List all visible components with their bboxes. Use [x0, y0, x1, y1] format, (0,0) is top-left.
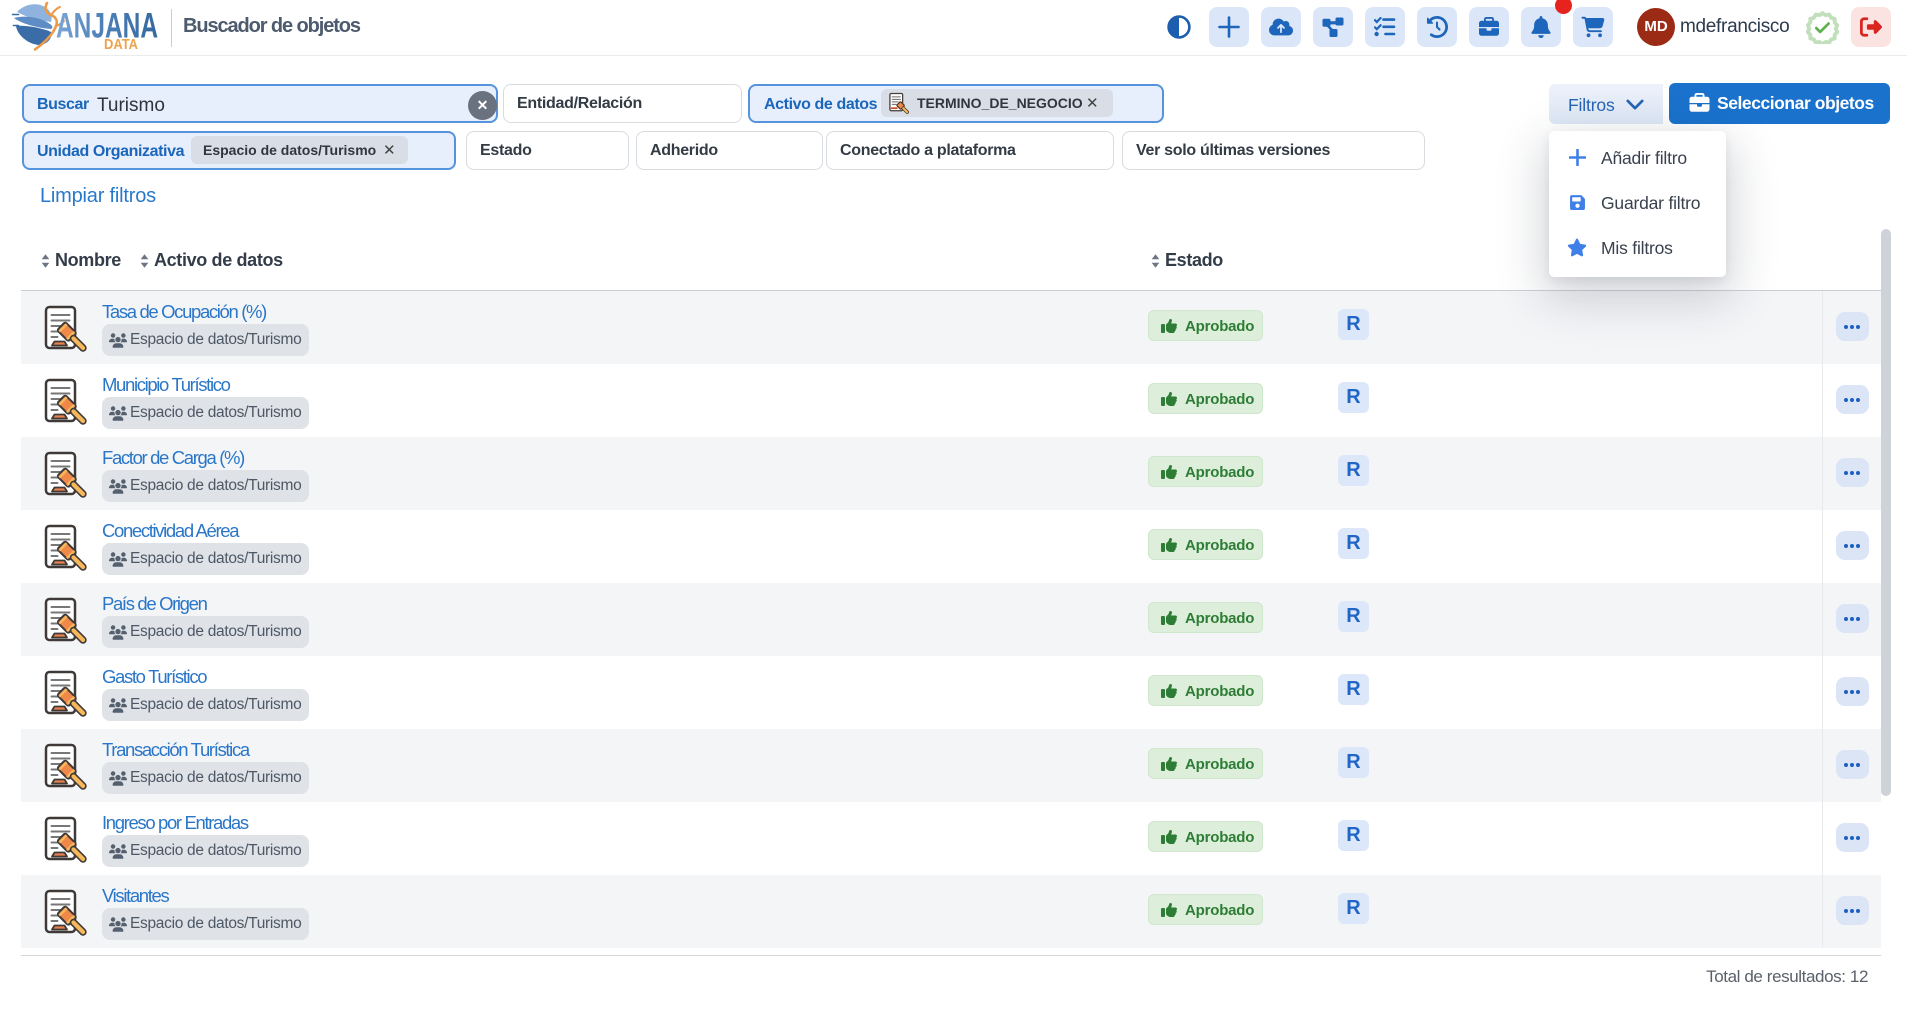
svg-text:DATA: DATA — [104, 36, 138, 53]
